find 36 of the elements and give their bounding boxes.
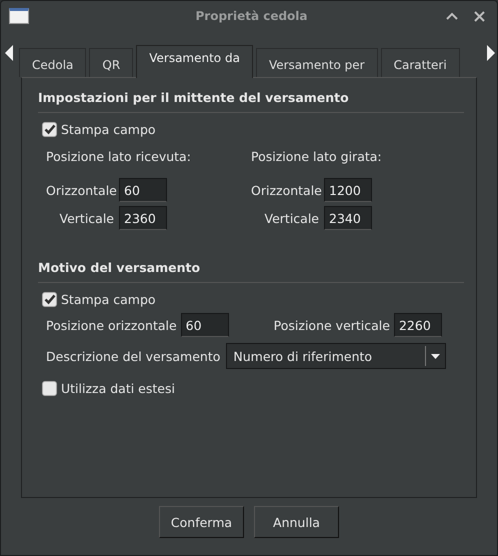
field-label: Posizione orizzontale	[46, 318, 177, 332]
scroll-left-icon[interactable]	[5, 45, 14, 61]
input-field[interactable]: 60	[180, 313, 229, 337]
input-field[interactable]: 2340	[324, 206, 372, 230]
dropdown[interactable]: Numero di riferimento	[226, 343, 446, 369]
field-label: Orizzontale	[46, 182, 114, 198]
checkbox-label: Stampa campo	[61, 292, 156, 307]
input-field[interactable]: 2360	[119, 206, 167, 230]
section-heading: Motivo del versamento	[38, 260, 464, 283]
checkbox[interactable]	[42, 381, 57, 396]
checkbox-label: Stampa campo	[61, 122, 156, 137]
field-label: Verticale	[264, 210, 319, 226]
dialog-button[interactable]: Conferma	[159, 506, 244, 538]
tab[interactable]: Versamento per	[256, 48, 378, 77]
group-label: Posizione lato girata:	[251, 149, 383, 164]
field-label: Orizzontale	[251, 182, 319, 198]
field-label: Verticale	[58, 210, 114, 226]
field-label: Posizione verticale	[274, 318, 390, 332]
checkbox[interactable]	[42, 122, 57, 137]
input-field[interactable]: 60	[119, 178, 167, 202]
scroll-right-icon[interactable]	[487, 45, 496, 61]
tab[interactable]: Cedola	[19, 48, 86, 77]
tab[interactable]: QR	[89, 48, 134, 77]
caret-icon	[431, 354, 440, 358]
window-title: Proprietà cedola	[194, 9, 308, 23]
input-field[interactable]: 2260	[394, 313, 442, 337]
tab[interactable]: Versamento da	[136, 45, 253, 78]
checkbox-label: Utilizza dati estesi	[61, 381, 175, 396]
tab[interactable]: Caratteri	[380, 48, 460, 77]
checkbox[interactable]	[42, 292, 57, 307]
field-label: Descrizione del versamento	[46, 348, 220, 364]
section-heading: Impostazioni per il mittente del versamento	[38, 90, 464, 113]
group-label: Posizione lato ricevuta:	[46, 149, 192, 164]
input-field[interactable]: 1200	[324, 178, 372, 202]
dialog-button[interactable]: Annulla	[254, 506, 339, 538]
window-icon	[9, 8, 29, 24]
